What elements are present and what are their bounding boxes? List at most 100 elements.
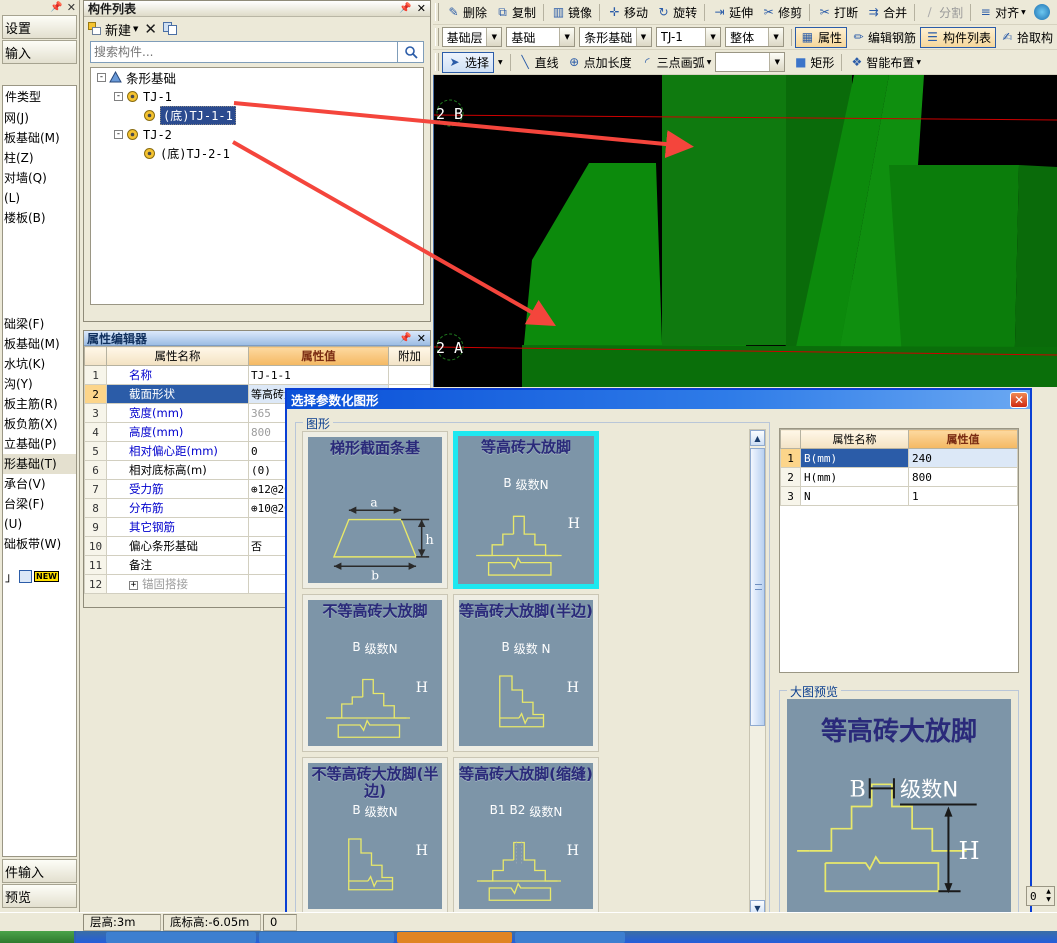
chevron-down-icon[interactable]: ▼ <box>705 28 721 46</box>
parameter-row[interactable]: 2 H(mm) 800 <box>780 467 1018 487</box>
toolbar-button-split[interactable]: ∕ 分割 <box>918 2 967 23</box>
taskbar-item[interactable] <box>106 931 256 943</box>
toolbar-button-trim[interactable]: ✂ 修剪 <box>757 2 806 23</box>
parameter-row[interactable]: 3N1 <box>780 486 1018 506</box>
sidebar-item[interactable]: 台梁(F) <box>3 494 76 514</box>
toolbar-button-break[interactable]: ✂ 打断 <box>813 2 862 23</box>
chevron-down-icon[interactable]: ▼ <box>769 53 785 71</box>
toolbar-combo[interactable]: 条形基础 ▼ <box>579 27 652 47</box>
sidebar-bottom-tab-input[interactable]: 件输入 <box>2 859 77 883</box>
spin-up-icon[interactable]: ▲ <box>1043 888 1054 896</box>
tree-node[interactable]: (底)TJ-1-1 <box>91 106 423 125</box>
table-icon[interactable] <box>19 570 33 583</box>
chevron-down-icon[interactable]: ▼ <box>486 28 502 46</box>
sidebar-bottom-tab-preview[interactable]: 预览 <box>2 884 77 908</box>
figure-thumbnail[interactable]: 等高砖大放脚(缩缝) B1 B2 级数N H <box>453 757 599 915</box>
chevron-down-icon[interactable]: ▼ <box>494 59 507 66</box>
toolbar-button-line[interactable]: ╲ 直线 <box>514 52 563 73</box>
search-input[interactable] <box>90 41 398 63</box>
toolbar-button-mirror[interactable]: ▥ 镜像 <box>547 2 596 23</box>
sidebar-item[interactable]: 板主筋(R) <box>3 394 76 414</box>
property-row[interactable]: 1 名称 TJ-1-1 <box>84 365 431 385</box>
sidebar-item[interactable]: 板负筋(X) <box>3 414 76 434</box>
sidebar-item[interactable]: 板基础(M) <box>3 334 76 354</box>
toolbar-button-component-list[interactable]: ☰ 构件列表 <box>919 26 996 48</box>
toolbar-button-properties[interactable]: ▦ 属性 <box>794 26 847 48</box>
spin-down-icon[interactable]: ▼ <box>1043 896 1054 904</box>
tree-node[interactable]: - TJ-2 <box>91 125 423 144</box>
figure-thumbnail[interactable]: 等高砖大放脚(半边) B 级数 NH <box>453 594 599 752</box>
parameter-row[interactable]: 1 B(mm) 240 <box>780 448 1018 468</box>
tree-expander-icon[interactable]: - <box>114 130 123 139</box>
chevron-down-icon[interactable]: ▼ <box>133 25 138 33</box>
sidebar-item[interactable]: 础板带(W) <box>3 534 76 554</box>
toolbar-grip[interactable] <box>435 3 439 21</box>
sidebar-item[interactable]: 网(J) <box>3 108 76 128</box>
toolbar-button-rectangle[interactable]: ■ 矩形 <box>789 52 838 73</box>
toolbar-button-eyedropper[interactable]: ✍ 拾取构 <box>996 27 1057 48</box>
sidebar-item[interactable]: 板基础(M) <box>3 128 76 148</box>
toolbar-combo[interactable]: 基础层 ▼ <box>441 27 503 47</box>
pin-icon[interactable]: 📌 <box>399 3 411 14</box>
globe-icon[interactable] <box>1033 4 1050 20</box>
toolbar-button-arc[interactable]: ◜ 三点画弧 ▼ <box>636 52 716 73</box>
component-tree[interactable]: - 条形基础 - TJ-1 (底)TJ-1-1- TJ-2 (底)TJ-2-1 <box>90 67 424 305</box>
search-button[interactable] <box>398 41 424 63</box>
close-icon[interactable]: ✕ <box>417 2 426 15</box>
toolbar-button-smart-layout[interactable]: ❖ 智能布置 ▼ <box>845 52 925 73</box>
dialog-titlebar[interactable]: 选择参数化图形 ✕ <box>287 390 1030 409</box>
scrollbar-thumb[interactable] <box>750 448 765 726</box>
toolbar-button-align[interactable]: ≡ 对齐 ▼ <box>974 2 1030 23</box>
toolbar-button-rotate[interactable]: ↻ 旋转 <box>652 2 701 23</box>
taskbar[interactable] <box>0 931 1057 943</box>
sidebar-tab-settings[interactable]: 设置 <box>2 15 77 39</box>
sidebar-item[interactable]: 承台(V) <box>3 474 76 494</box>
new-component-button[interactable]: 新建 ▼ <box>88 20 138 39</box>
sidebar-item[interactable]: (U) <box>3 514 76 534</box>
chevron-down-icon[interactable]: ▼ <box>707 59 712 66</box>
property-row-extra[interactable] <box>388 365 431 385</box>
toolbar-button-delete[interactable]: ✎ 删除 <box>442 2 491 23</box>
toolbar-button-copy[interactable]: ⧉ 复制 <box>491 2 540 23</box>
parameter-value[interactable]: 1 <box>908 486 1018 506</box>
taskbar-item[interactable] <box>397 931 512 943</box>
component-type-tree[interactable]: 件类型 网(J) 板基础(M) 柱(Z) 对墙(Q) (L) 楼板(B) 础梁(F) 板基础… <box>2 85 77 857</box>
coordinate-spinner[interactable]: 0 ▲ ▼ <box>1026 886 1055 906</box>
close-icon[interactable]: ✕ <box>67 1 76 14</box>
toolbar-combo[interactable]: TJ-1 ▼ <box>655 27 722 47</box>
toolbar-button-point-length[interactable]: ⊕ 点加长度 <box>563 52 636 73</box>
figure-thumbnail[interactable]: 不等高砖大放脚 B 级数N H <box>302 594 448 752</box>
chevron-down-icon[interactable]: ▼ <box>768 28 784 46</box>
toolbar-button-move[interactable]: ✛ 移动 <box>603 2 652 23</box>
sidebar-item[interactable]: 水坑(K) <box>3 354 76 374</box>
tree-node[interactable]: - 条形基础 <box>91 68 423 87</box>
parameter-value[interactable]: 240 <box>908 448 1018 468</box>
toolbar-button-merge[interactable]: ⇉ 合并 <box>862 2 911 23</box>
figure-thumbnail[interactable]: 梯形截面条基 a b h <box>302 431 448 589</box>
tree-expander-icon[interactable]: - <box>114 92 123 101</box>
sidebar-item[interactable]: 础梁(F) <box>3 314 76 334</box>
select-tool-button[interactable]: ➤ 选择 <box>442 51 495 73</box>
sidebar-item[interactable]: 沟(Y) <box>3 374 76 394</box>
toolbar-button-extend[interactable]: ⇥ 延伸 <box>708 2 757 23</box>
property-row-value[interactable]: TJ-1-1 <box>248 365 389 385</box>
scroll-up-button[interactable]: ▲ <box>750 430 765 446</box>
start-button[interactable] <box>0 931 76 943</box>
toolbar-combo[interactable]: 基础 ▼ <box>506 27 576 47</box>
tree-node[interactable]: - TJ-1 <box>91 87 423 106</box>
tree-node[interactable]: (底)TJ-2-1 <box>91 144 423 163</box>
sidebar-item[interactable]: 柱(Z) <box>3 148 76 168</box>
sidebar-item-selected[interactable]: 形基础(T) <box>3 454 76 474</box>
toolbar-button-edit-rebar[interactable]: ✏ 编辑钢筋 <box>847 27 920 48</box>
parameter-value[interactable]: 800 <box>908 467 1018 487</box>
style-combo[interactable]: ▼ <box>715 52 786 72</box>
sidebar-item[interactable]: 楼板(B) <box>3 208 76 228</box>
taskbar-item[interactable] <box>259 931 394 943</box>
tree-expander-icon[interactable]: - <box>97 73 106 82</box>
toolbar-combo[interactable]: 整体 ▼ <box>725 27 785 47</box>
toolbar-grip[interactable] <box>435 53 439 71</box>
taskbar-item[interactable] <box>515 931 625 943</box>
chevron-down-icon[interactable]: ▼ <box>559 28 575 46</box>
pin-icon[interactable]: 📌 <box>399 333 411 344</box>
chevron-down-icon[interactable]: ▼ <box>916 59 921 66</box>
